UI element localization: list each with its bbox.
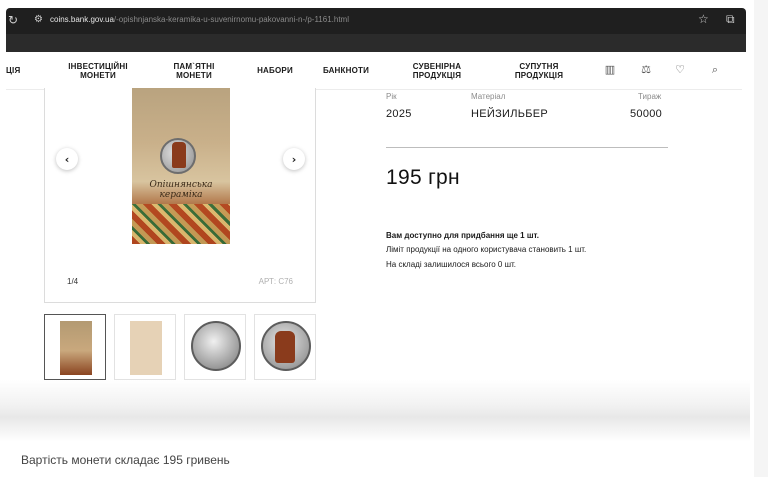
heart-icon[interactable]: ♡ <box>672 63 688 79</box>
compare-icon[interactable]: ⚖ <box>638 63 654 79</box>
search-icon[interactable]: ⌕ <box>707 63 723 79</box>
url-host: coins.bank.gov.ua <box>50 15 114 24</box>
year-value: 2025 <box>386 108 412 120</box>
chart-icon[interactable]: ▥ <box>602 63 618 79</box>
stock-text: На складі залишилося всього 0 шт. <box>386 260 517 269</box>
nav-item-related-products[interactable]: СУПУТНЯ ПРОДУКЦІЯ <box>506 52 572 90</box>
booklet-front-image <box>60 321 92 375</box>
nav-item-sets[interactable]: НАБОРИ <box>250 52 300 90</box>
address-bar[interactable]: coins.bank.gov.ua/-opishnjanska-keramika… <box>50 15 349 24</box>
ceramic-plate-pattern <box>132 204 230 244</box>
thumbnail-coin-reverse[interactable] <box>184 314 246 380</box>
reload-icon[interactable]: ↻ <box>8 13 18 27</box>
booklet-title: Опішнянська кераміка <box>149 180 213 201</box>
nav-item-investment-coins[interactable]: ІНВЕСТИЦІЙНІ МОНЕТИ <box>58 52 138 90</box>
year-label: Рік <box>386 92 397 101</box>
thumbnail-strip <box>44 314 316 380</box>
bottom-fade <box>0 380 750 442</box>
mintage-value: 50000 <box>630 108 663 120</box>
caption-text: Вартість монети складає 195 гривень <box>21 453 230 467</box>
article-code: АРТ: С76 <box>258 277 293 286</box>
nav-item-commemorative-coins[interactable]: ПАМ`ЯТНІ МОНЕТИ <box>164 52 224 90</box>
material-value: НЕЙЗИЛЬБЕР <box>471 108 549 120</box>
browser-tabstrip-gap <box>6 34 746 52</box>
booklet-image: Опішнянська кераміка <box>132 88 230 244</box>
coin-reverse-image <box>191 321 241 371</box>
booklet-back-image <box>130 321 162 375</box>
thumbnail-booklet-back[interactable] <box>114 314 176 380</box>
coin-obverse-image <box>261 321 311 371</box>
site-settings-icon[interactable]: ⚙ <box>34 14 43 25</box>
nav-item-partial[interactable]: ЦІЯ <box>6 52 24 90</box>
image-counter: 1/4 <box>67 277 79 286</box>
browser-toolbar: ↻ ⚙ coins.bank.gov.ua/-opishnjanska-kera… <box>6 8 746 34</box>
mintage-label: Тираж <box>638 92 662 101</box>
nav-item-banknotes[interactable]: БАНКНОТИ <box>318 52 374 90</box>
thumbnail-booklet-front[interactable] <box>44 314 106 380</box>
next-image-button[interactable]: › <box>283 148 305 170</box>
product-gallery: Опішнянська кераміка ‹ › 1/4 АРТ: С76 <box>44 88 316 303</box>
page-scroll-edge <box>754 0 768 477</box>
availability-title: Вам доступно для придбання ще 1 шт. <box>386 231 539 240</box>
ceramic-figure <box>275 331 295 363</box>
prev-image-button[interactable]: ‹ <box>56 148 78 170</box>
price-divider <box>386 147 668 148</box>
ceramic-figure <box>172 142 186 168</box>
extensions-icon[interactable]: ⧉ <box>726 12 735 27</box>
thumbnail-coin-obverse[interactable] <box>254 314 316 380</box>
screenshot-frame: ↻ ⚙ coins.bank.gov.ua/-opishnjanska-kera… <box>0 0 768 477</box>
nav-item-souvenirs[interactable]: СУВЕНІРНА ПРОДУКЦІЯ <box>404 52 470 90</box>
site-nav: ЦІЯ ІНВЕСТИЦІЙНІ МОНЕТИ ПАМ`ЯТНІ МОНЕТИ … <box>6 52 742 90</box>
material-label: Матеріал <box>471 92 506 101</box>
bookmark-star-icon[interactable]: ☆ <box>698 12 709 26</box>
product-price: 195 грн <box>386 166 460 189</box>
limit-text: Ліміт продукції на одного користувача ст… <box>386 245 587 254</box>
url-path: /-opishnjanska-keramika-u-suvenirnomu-pa… <box>113 15 349 24</box>
